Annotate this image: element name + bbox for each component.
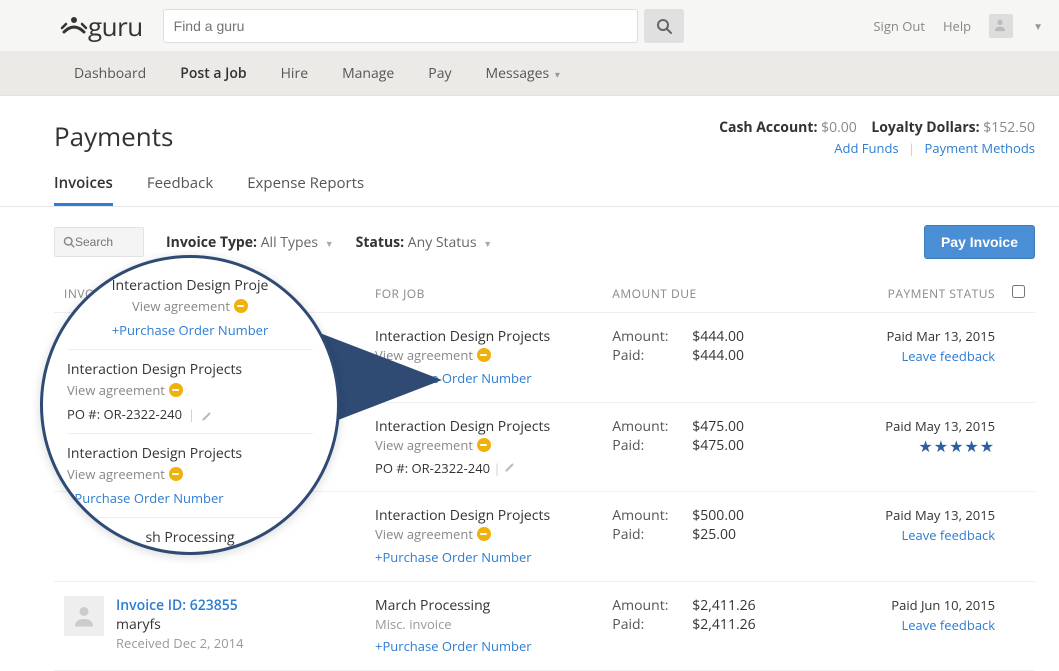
filter-invoice-type[interactable]: Invoice Type: All Types ▼ bbox=[166, 233, 334, 252]
search-icon bbox=[656, 18, 672, 34]
pencil-icon[interactable] bbox=[201, 408, 213, 420]
chevron-down-icon: ▼ bbox=[325, 237, 334, 250]
nav-pay[interactable]: Pay bbox=[428, 64, 451, 83]
search-input[interactable] bbox=[163, 9, 638, 43]
magnifier-callout: Interaction Design Proje View agreement … bbox=[40, 255, 340, 555]
amount-value: $444.00 bbox=[692, 327, 792, 346]
sub-tabs: Invoices Feedback Expense Reports bbox=[0, 173, 1059, 207]
leave-feedback-link[interactable]: Leave feedback bbox=[875, 347, 995, 365]
invoice-received-date: Received Dec 2, 2014 bbox=[116, 634, 375, 652]
paid-value: $25.00 bbox=[692, 525, 792, 544]
loyalty-value: $152.50 bbox=[983, 118, 1035, 137]
chevron-down-icon: ▼ bbox=[1033, 19, 1043, 33]
invoice-user: maryfs bbox=[116, 615, 375, 634]
user-avatar bbox=[64, 596, 104, 636]
agreement-icon bbox=[169, 467, 183, 481]
invoice-id-link[interactable]: Invoice ID: 623855 bbox=[116, 596, 238, 615]
paid-label: Paid: bbox=[612, 346, 692, 365]
tab-expense[interactable]: Expense Reports bbox=[247, 173, 364, 206]
paid-value: $2,411.26 bbox=[692, 615, 792, 634]
add-funds-link[interactable]: Add Funds bbox=[834, 139, 898, 157]
callout-title: Interaction Design Projects bbox=[67, 360, 313, 379]
job-title: Interaction Design Projects bbox=[375, 506, 612, 525]
paid-value: $444.00 bbox=[692, 346, 792, 365]
page-title: Payments bbox=[54, 118, 173, 154]
paid-date: Paid Jun 10, 2015 bbox=[875, 596, 995, 614]
amount-value: $500.00 bbox=[692, 506, 792, 525]
paid-value: $475.00 bbox=[692, 436, 792, 455]
main-nav: Dashboard Post a Job Hire Manage Pay Mes… bbox=[0, 52, 1059, 96]
nav-post-job[interactable]: Post a Job bbox=[180, 64, 246, 83]
paid-date: Paid Mar 13, 2015 bbox=[875, 327, 995, 345]
agreement-icon bbox=[477, 348, 491, 362]
account-summary: Cash Account: $0.00 Loyalty Dollars: $15… bbox=[719, 118, 1035, 157]
cash-label: Cash Account: bbox=[719, 118, 817, 137]
logo-icon bbox=[60, 14, 88, 38]
paid-date: Paid May 13, 2015 bbox=[875, 506, 995, 524]
amount-value: $2,411.26 bbox=[692, 596, 792, 615]
table-search-input[interactable] bbox=[75, 235, 127, 249]
po-number-link[interactable]: +Purchase Order Number bbox=[67, 321, 313, 339]
help-link[interactable]: Help bbox=[943, 17, 971, 35]
po-number-link[interactable]: +Purchase Order Number bbox=[375, 637, 532, 655]
col-payment-status: PAYMENT STATUS bbox=[875, 285, 995, 302]
po-number-text: PO #: OR-2322-240 | bbox=[67, 405, 313, 423]
brand-text: guru bbox=[88, 8, 143, 44]
amount-label: Amount: bbox=[612, 327, 692, 346]
nav-messages[interactable]: Messages ▾ bbox=[485, 64, 559, 83]
col-amount-due: AMOUNT DUE bbox=[612, 285, 875, 302]
nav-manage[interactable]: Manage bbox=[342, 64, 394, 83]
page-header: Payments Cash Account: $0.00 Loyalty Dol… bbox=[54, 118, 1035, 157]
paid-date: Paid May 13, 2015 bbox=[875, 417, 995, 435]
sign-out-link[interactable]: Sign Out bbox=[873, 17, 925, 35]
misc-invoice-label: Misc. invoice bbox=[375, 615, 612, 633]
nav-dashboard[interactable]: Dashboard bbox=[74, 64, 146, 83]
callout-title: Interaction Design Projects bbox=[67, 444, 313, 463]
global-search bbox=[163, 9, 684, 43]
agreement-icon bbox=[477, 438, 491, 452]
pencil-icon[interactable] bbox=[504, 459, 516, 471]
chevron-down-icon: ▾ bbox=[555, 67, 560, 81]
cash-value: $0.00 bbox=[821, 118, 857, 137]
filter-status[interactable]: Status: Any Status ▼ bbox=[356, 233, 492, 252]
search-icon bbox=[63, 236, 75, 248]
table-row: Invoice ID: 623855 maryfs Received Dec 2… bbox=[54, 582, 1035, 671]
topbar: guru Sign Out Help ▼ bbox=[0, 0, 1059, 52]
tab-feedback[interactable]: Feedback bbox=[147, 173, 213, 206]
filter-row: Invoice Type: All Types ▼ Status: Any St… bbox=[54, 225, 1035, 259]
pay-invoice-button[interactable]: Pay Invoice bbox=[924, 225, 1035, 259]
view-agreement-link[interactable]: View agreement bbox=[375, 525, 491, 543]
view-agreement-link[interactable]: View agreement bbox=[67, 381, 313, 399]
job-title: March Processing bbox=[375, 596, 612, 615]
agreement-icon bbox=[169, 383, 183, 397]
leave-feedback-link[interactable]: Leave feedback bbox=[875, 526, 995, 544]
person-icon bbox=[993, 18, 1009, 34]
po-number-link[interactable]: +Purchase Order Number bbox=[67, 489, 313, 507]
col-for-job: FOR JOB bbox=[375, 285, 612, 302]
po-number-text: PO #: OR-2322-240 | bbox=[375, 459, 612, 477]
select-all-checkbox[interactable] bbox=[1012, 285, 1025, 298]
agreement-icon bbox=[234, 299, 248, 313]
view-agreement-link[interactable]: View agreement bbox=[67, 297, 313, 315]
user-menu[interactable] bbox=[989, 14, 1013, 38]
rating-stars: ★★★★★ bbox=[875, 435, 995, 457]
search-button[interactable] bbox=[644, 9, 684, 43]
loyalty-label: Loyalty Dollars: bbox=[871, 118, 979, 137]
agreement-icon bbox=[477, 527, 491, 541]
top-links: Sign Out Help ▼ bbox=[873, 14, 1043, 38]
tab-invoices[interactable]: Invoices bbox=[54, 173, 113, 206]
view-agreement-link[interactable]: View agreement bbox=[375, 436, 491, 454]
po-number-link[interactable]: +Purchase Order Number bbox=[375, 548, 532, 566]
chevron-down-icon: ▼ bbox=[483, 237, 492, 250]
amount-value: $475.00 bbox=[692, 417, 792, 436]
brand-logo[interactable]: guru bbox=[60, 8, 143, 44]
leave-feedback-link[interactable]: Leave feedback bbox=[875, 616, 995, 634]
table-search[interactable] bbox=[54, 227, 144, 257]
nav-hire[interactable]: Hire bbox=[281, 64, 308, 83]
payment-methods-link[interactable]: Payment Methods bbox=[925, 139, 1035, 157]
view-agreement-link[interactable]: View agreement bbox=[67, 465, 313, 483]
